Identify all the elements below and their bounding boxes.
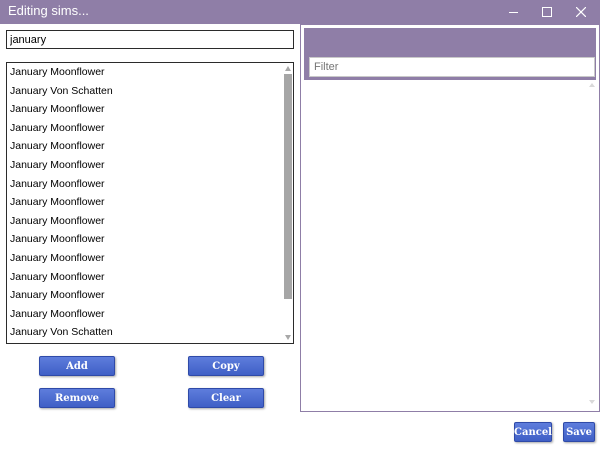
sims-list[interactable]: January Moonflower January Von Schatten Ja… [6, 62, 294, 344]
close-button[interactable] [564, 0, 598, 24]
remove-button[interactable]: Remove [39, 388, 115, 408]
list-item[interactable]: January Moonflower [7, 100, 283, 119]
maximize-icon [542, 7, 552, 17]
list-item[interactable]: January Moonflower [7, 305, 283, 324]
editing-sims-window: Editing sims... January MoonflowerJanuar… [0, 0, 600, 450]
scroll-down-arrow-icon[interactable] [285, 335, 291, 340]
cancel-button[interactable]: Cancel [514, 422, 552, 442]
list-item[interactable]: January Moonflower [7, 175, 283, 194]
list-item[interactable]: January Moonflower [7, 63, 283, 82]
scrollbar-thumb[interactable] [284, 74, 292, 299]
add-button[interactable]: Add [39, 356, 115, 376]
right-scroll-down-arrow-icon[interactable] [589, 400, 595, 404]
list-item[interactable]: January Von Schatten [7, 323, 283, 342]
copy-button[interactable]: Copy [188, 356, 264, 376]
right-scroll-up-arrow-icon[interactable] [589, 83, 595, 87]
search-input[interactable] [6, 30, 294, 49]
save-button[interactable]: Save [563, 422, 595, 442]
list-item[interactable]: January Moonflower [7, 193, 283, 212]
filter-input[interactable] [309, 57, 595, 77]
scroll-up-arrow-icon[interactable] [285, 66, 291, 71]
right-list[interactable] [304, 80, 584, 405]
list-item[interactable]: January Moonflower [7, 137, 283, 156]
window-title: Editing sims... [8, 3, 89, 18]
list-item[interactable]: January Moonflower [7, 156, 283, 175]
list-item[interactable]: January Moonflower [7, 249, 283, 268]
list-scrollbar[interactable] [283, 63, 293, 343]
list-item[interactable]: January Moonflower [7, 212, 283, 231]
minimize-icon [508, 11, 518, 13]
list-item[interactable]: January Moonflower [7, 119, 283, 138]
title-bar: Editing sims... [0, 0, 600, 24]
list-item[interactable]: January Moonflower [7, 230, 283, 249]
close-icon [576, 7, 586, 17]
list-items: January Moonflower January Von Schatten Ja… [7, 63, 283, 342]
maximize-button[interactable] [530, 0, 564, 24]
clear-button[interactable]: Clear [188, 388, 264, 408]
list-item[interactable]: January Moonflower [7, 286, 283, 305]
list-item[interactable]: January Moonflower [7, 268, 283, 287]
list-item[interactable]: January Von Schatten [7, 82, 283, 101]
minimize-button[interactable] [496, 0, 530, 24]
